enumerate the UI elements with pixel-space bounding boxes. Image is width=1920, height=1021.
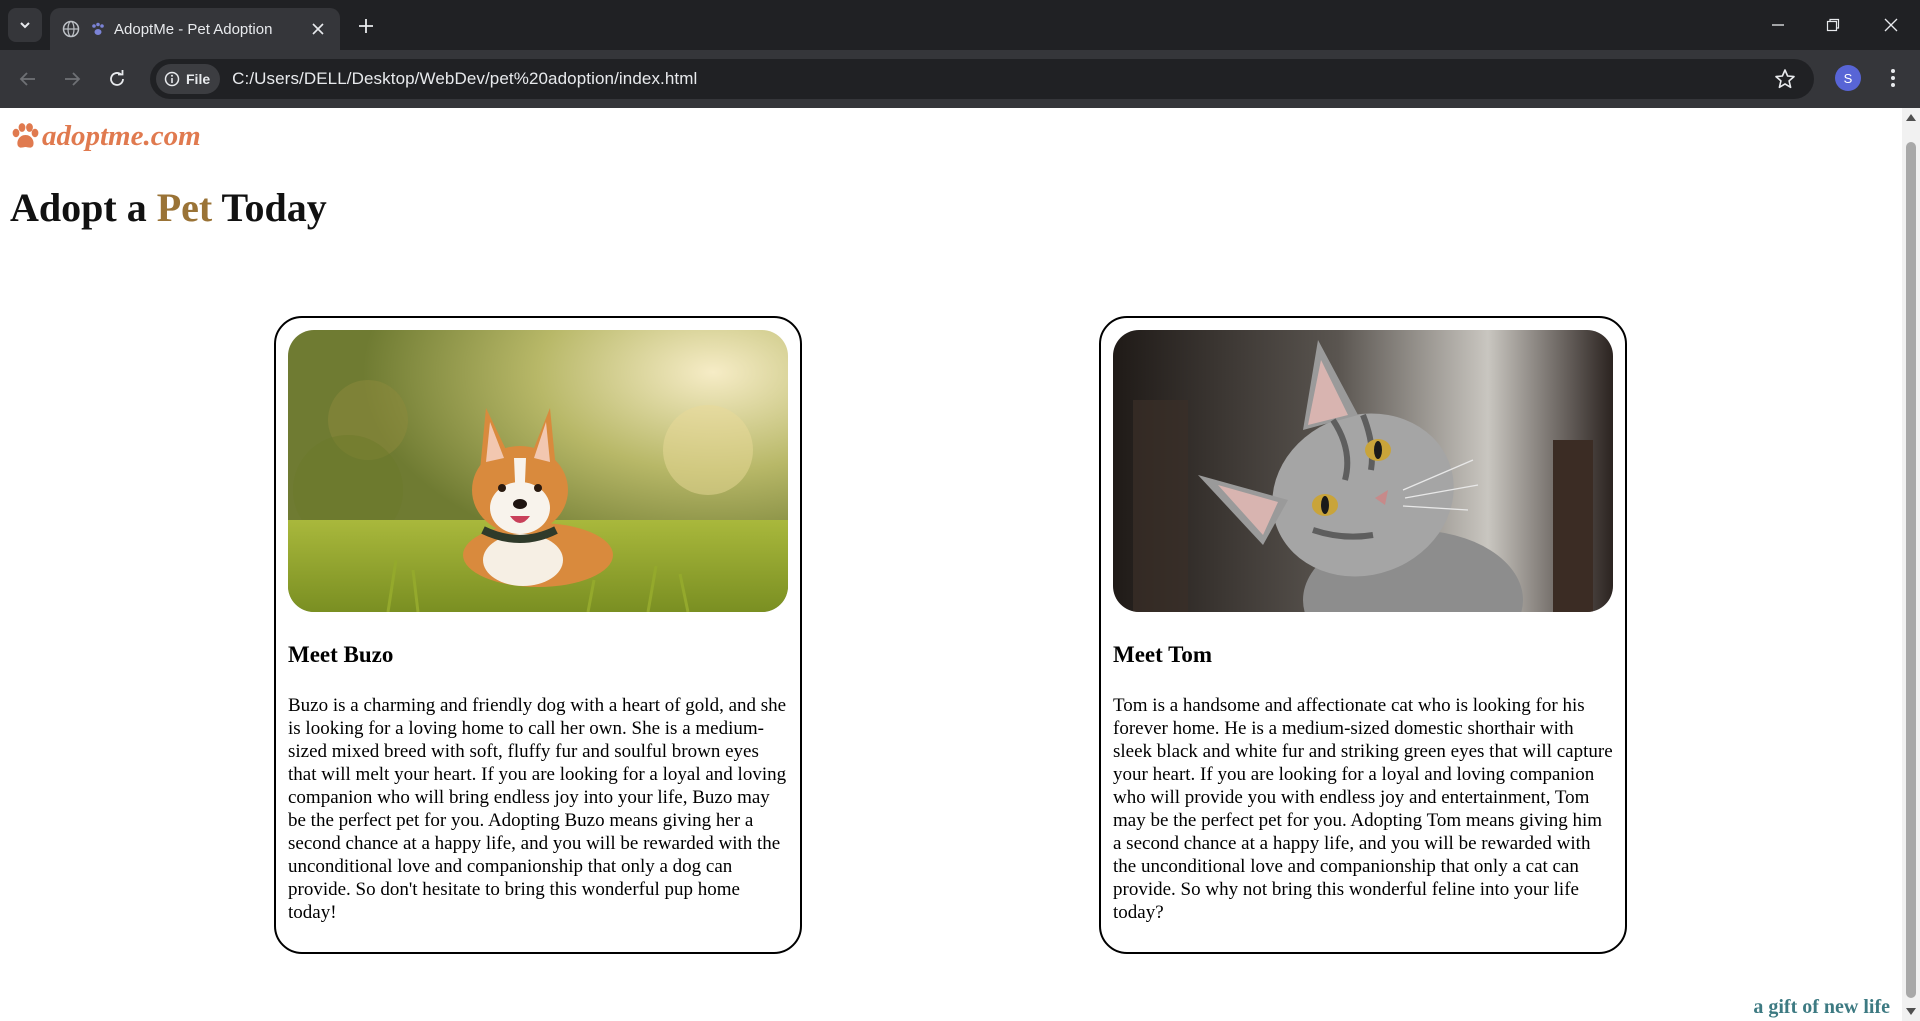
scroll-down-arrow[interactable] (1906, 1008, 1916, 1015)
browser-menu-button[interactable] (1880, 65, 1906, 91)
tab-title: AdoptMe - Pet Adoption (114, 20, 273, 38)
globe-icon (62, 20, 80, 38)
address-bar[interactable]: File C:/Users/DELL/Desktop/WebDev/pet%20… (150, 59, 1814, 99)
reload-button[interactable] (103, 65, 131, 93)
minimize-button[interactable] (1765, 12, 1791, 38)
back-icon (19, 72, 35, 86)
browser-toolbar: File C:/Users/DELL/Desktop/WebDev/pet%20… (0, 50, 1920, 108)
kebab-menu-icon (1891, 69, 1895, 87)
restore-button[interactable] (1820, 12, 1846, 38)
title-accent: Pet (156, 185, 213, 230)
site-info-chip[interactable]: File (156, 64, 221, 94)
tab-search-button[interactable] (8, 8, 42, 42)
url-text[interactable]: C:/Users/DELL/Desktop/WebDev/pet%20adopt… (232, 69, 697, 89)
chevron-down-icon (20, 22, 30, 29)
corgi-dog-photo (288, 330, 788, 612)
footer-tagline: a gift of new life (1753, 996, 1890, 1018)
tab-adoptme[interactable]: AdoptMe - Pet Adoption (50, 8, 340, 50)
back-button[interactable] (14, 65, 42, 93)
page-scrollbar[interactable] (1902, 108, 1920, 1021)
close-tab-button[interactable] (308, 19, 328, 39)
forward-icon (65, 72, 81, 86)
close-window-icon (1884, 18, 1898, 32)
title-suffix: Today (212, 185, 327, 230)
page-title: Adopt a Pet Today (10, 184, 327, 231)
profile-avatar[interactable]: S (1835, 65, 1861, 91)
reload-icon (110, 70, 124, 86)
pet-card-buzo: Meet Buzo Buzo is a charming and friendl… (274, 316, 802, 954)
site-logo[interactable]: adoptme.com (10, 120, 201, 153)
info-icon (164, 71, 180, 87)
minimize-icon (1772, 24, 1784, 26)
restore-icon (1826, 18, 1840, 32)
site-info-label: File (186, 71, 211, 87)
forward-button[interactable] (58, 65, 86, 93)
grey-cat-photo (1113, 330, 1613, 612)
pet-name-heading: Meet Buzo (288, 642, 394, 667)
page-viewport: adoptme.com Adopt a Pet Today Meet Buzo … (0, 108, 1902, 1021)
close-window-button[interactable] (1878, 12, 1904, 38)
paw-icon (92, 22, 104, 35)
pet-card-tom: Meet Tom Tom is a handsome and affection… (1099, 316, 1627, 954)
scroll-up-arrow[interactable] (1906, 114, 1916, 121)
paw-icon (12, 122, 39, 148)
logo-text: adoptme.com (42, 120, 201, 152)
close-icon (312, 23, 324, 35)
scrollbar-thumb[interactable] (1906, 142, 1916, 998)
star-icon[interactable] (1774, 68, 1796, 90)
title-prefix: Adopt a (10, 185, 157, 230)
pet-description: Tom is a handsome and affectionate cat w… (1113, 695, 1613, 923)
pet-name-heading: Meet Tom (1113, 642, 1213, 667)
new-tab-button[interactable] (352, 12, 380, 40)
plus-icon (359, 19, 373, 33)
pet-description: Buzo is a charming and friendly dog with… (288, 695, 787, 923)
browser-tabbar: AdoptMe - Pet Adoption (0, 0, 1920, 50)
